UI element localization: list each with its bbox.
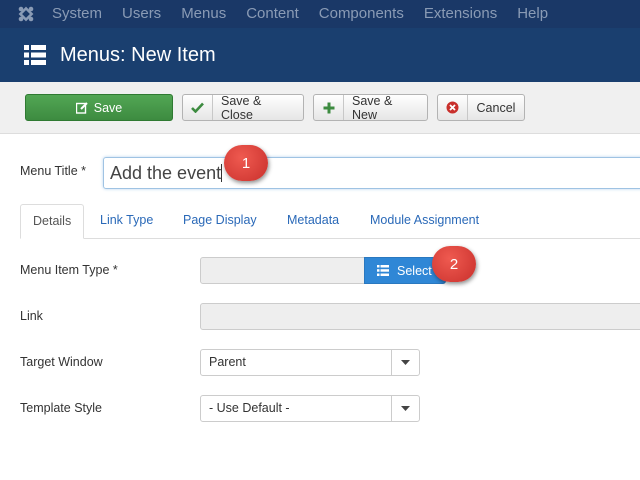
nav-help[interactable]: Help <box>517 0 548 28</box>
nav-menus[interactable]: Menus <box>181 0 226 28</box>
menu-item-type-field <box>200 257 365 284</box>
save-button[interactable]: Save <box>25 94 173 121</box>
save-new-button[interactable]: Save & New <box>313 93 428 122</box>
top-nav: System Users Menus Content Components Ex… <box>0 0 640 28</box>
page-title: Menus: New Item <box>60 43 216 66</box>
menu-title-value: Add the event <box>110 163 222 183</box>
tab-metadata[interactable]: Metadata <box>287 204 339 239</box>
text-caret <box>221 164 223 182</box>
nav-components[interactable]: Components <box>319 0 404 28</box>
tab-link-type[interactable]: Link Type <box>100 204 153 239</box>
list-icon <box>377 265 389 276</box>
save-new-label: Save & New <box>352 93 393 122</box>
save-close-button[interactable]: Save & Close <box>182 93 304 122</box>
save-label: Save <box>93 100 123 115</box>
select-label: Select <box>397 263 432 278</box>
template-style-label: Template Style <box>20 401 102 415</box>
template-style-select[interactable]: - Use Default - <box>200 395 420 422</box>
tab-details[interactable]: Details <box>20 204 85 239</box>
cancel-label: Cancel <box>476 100 516 115</box>
nav-users[interactable]: Users <box>122 0 161 28</box>
page-header: Menus: New Item <box>0 28 640 82</box>
chevron-down-icon <box>391 350 419 375</box>
tab-bar: Details Link Type Page Display Metadata … <box>20 204 640 239</box>
list-icon <box>24 45 46 65</box>
link-field <box>200 303 640 330</box>
target-window-select[interactable]: Parent <box>200 349 420 376</box>
tab-page-display[interactable]: Page Display <box>183 204 257 239</box>
save-close-label: Save & Close <box>221 93 262 122</box>
menu-title-label: Menu Title * <box>20 164 87 178</box>
tab-module-assignment[interactable]: Module Assignment <box>370 204 479 239</box>
edit-icon <box>75 101 88 114</box>
nav-extensions[interactable]: Extensions <box>424 0 497 28</box>
nav-content[interactable]: Content <box>246 0 299 28</box>
check-icon <box>183 95 213 120</box>
target-window-label: Target Window <box>20 355 103 369</box>
chevron-down-icon <box>391 396 419 421</box>
cancel-button[interactable]: Cancel <box>437 94 525 121</box>
target-window-value: Parent <box>209 355 246 369</box>
callout-badge-2: 2 <box>432 246 476 282</box>
template-style-value: - Use Default - <box>209 401 290 415</box>
joomla-logo-icon[interactable] <box>0 0 52 28</box>
link-label: Link <box>20 309 43 323</box>
callout-badge-1: 1 <box>224 145 268 181</box>
nav-system[interactable]: System <box>52 0 102 28</box>
menu-title-input[interactable]: Add the event <box>103 157 640 189</box>
toolbar: Save Save & Close Save & New Cancel <box>0 82 640 134</box>
plus-icon <box>314 95 344 120</box>
menu-item-type-label: Menu Item Type * <box>20 263 118 277</box>
cancel-icon <box>438 95 468 120</box>
